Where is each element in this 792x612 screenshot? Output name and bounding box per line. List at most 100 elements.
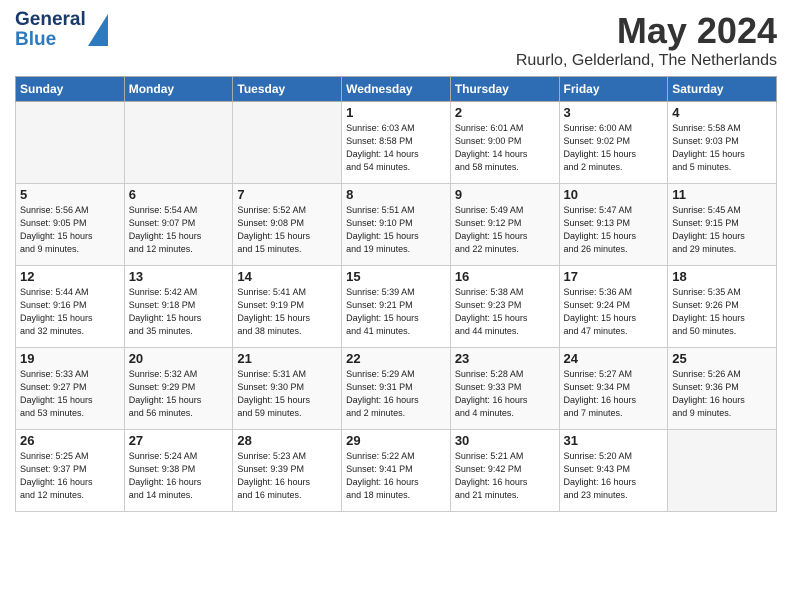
- day-number: 10: [564, 187, 664, 202]
- day-info: Sunrise: 5:24 AMSunset: 9:38 PMDaylight:…: [129, 450, 229, 502]
- calendar-cell: 30 Sunrise: 5:21 AMSunset: 9:42 PMDayligh…: [450, 430, 559, 512]
- calendar-cell: 8 Sunrise: 5:51 AMSunset: 9:10 PMDaylight…: [342, 184, 451, 266]
- day-number: 30: [455, 433, 555, 448]
- day-number: 22: [346, 351, 446, 366]
- day-info: Sunrise: 5:31 AMSunset: 9:30 PMDaylight:…: [237, 368, 337, 420]
- day-number: 19: [20, 351, 120, 366]
- day-number: 21: [237, 351, 337, 366]
- location: Ruurlo, Gelderland, The Netherlands: [516, 52, 777, 70]
- calendar-cell: 13 Sunrise: 5:42 AMSunset: 9:18 PMDayligh…: [124, 266, 233, 348]
- day-number: 28: [237, 433, 337, 448]
- calendar-cell: 25Sunrise: 5:26 AMSunset: 9:36 PMDayligh…: [668, 348, 777, 430]
- calendar-cell: 6Sunrise: 5:54 AMSunset: 9:07 PMDaylight…: [124, 184, 233, 266]
- day-info: Sunrise: 5:42 AMSunset: 9:18 PMDaylight:…: [129, 286, 229, 338]
- title-area: May 2024 Ruurlo, Gelderland, The Netherl…: [516, 10, 777, 70]
- day-info: Sunrise: 5:49 AMSunset: 9:12 PMDaylight:…: [455, 204, 555, 256]
- calendar-cell: 31 Sunrise: 5:20 AMSunset: 9:43 PMDayligh…: [559, 430, 668, 512]
- day-number: 2: [455, 105, 555, 120]
- logo-arrow-icon: [88, 14, 108, 46]
- calendar-cell: 3Sunrise: 6:00 AMSunset: 9:02 PMDaylight…: [559, 102, 668, 184]
- day-number: 13: [129, 269, 229, 284]
- calendar-cell: 15Sunrise: 5:39 AMSunset: 9:21 PMDayligh…: [342, 266, 451, 348]
- week-row-4: 19 Sunrise: 5:33 AMSunset: 9:27 PMDayligh…: [16, 348, 777, 430]
- day-header-tuesday: Tuesday: [233, 77, 342, 102]
- day-number: 29: [346, 433, 446, 448]
- day-number: 24: [564, 351, 664, 366]
- day-info: Sunrise: 5:27 AMSunset: 9:34 PMDaylight:…: [564, 368, 664, 420]
- calendar-cell: 7 Sunrise: 5:52 AMSunset: 9:08 PMDaylight…: [233, 184, 342, 266]
- day-number: 20: [129, 351, 229, 366]
- day-info: Sunrise: 5:25 AMSunset: 9:37 PMDaylight:…: [20, 450, 120, 502]
- day-info: Sunrise: 5:58 AMSunset: 9:03 PMDaylight:…: [672, 122, 772, 174]
- page: General Blue May 2024 Ruurlo, Gelderland…: [0, 0, 792, 522]
- day-info: Sunrise: 5:45 AMSunset: 9:15 PMDaylight:…: [672, 204, 772, 256]
- day-info: Sunrise: 5:23 AMSunset: 9:39 PMDaylight:…: [237, 450, 337, 502]
- day-info: Sunrise: 5:52 AMSunset: 9:08 PMDaylight:…: [237, 204, 337, 256]
- day-info: Sunrise: 5:38 AMSunset: 9:23 PMDaylight:…: [455, 286, 555, 338]
- logo-line1: General: [15, 10, 86, 30]
- calendar-cell: 10 Sunrise: 5:47 AMSunset: 9:13 PMDayligh…: [559, 184, 668, 266]
- calendar-cell: 27 Sunrise: 5:24 AMSunset: 9:38 PMDayligh…: [124, 430, 233, 512]
- header-row: SundayMondayTuesdayWednesdayThursdayFrid…: [16, 77, 777, 102]
- day-number: 23: [455, 351, 555, 366]
- day-number: 27: [129, 433, 229, 448]
- week-row-1: 1Sunrise: 6:03 AMSunset: 8:58 PMDaylight…: [16, 102, 777, 184]
- day-info: Sunrise: 5:32 AMSunset: 9:29 PMDaylight:…: [129, 368, 229, 420]
- day-info: Sunrise: 5:28 AMSunset: 9:33 PMDaylight:…: [455, 368, 555, 420]
- day-number: 6: [129, 187, 229, 202]
- day-number: 14: [237, 269, 337, 284]
- calendar-table: SundayMondayTuesdayWednesdayThursdayFrid…: [15, 76, 777, 512]
- day-info: Sunrise: 5:41 AMSunset: 9:19 PMDaylight:…: [237, 286, 337, 338]
- day-number: 31: [564, 433, 664, 448]
- week-row-5: 26 Sunrise: 5:25 AMSunset: 9:37 PMDayligh…: [16, 430, 777, 512]
- day-number: 25: [672, 351, 772, 366]
- day-header-sunday: Sunday: [16, 77, 125, 102]
- day-info: Sunrise: 5:29 AMSunset: 9:31 PMDaylight:…: [346, 368, 446, 420]
- calendar-cell: 21 Sunrise: 5:31 AMSunset: 9:30 PMDayligh…: [233, 348, 342, 430]
- day-info: Sunrise: 5:21 AMSunset: 9:42 PMDaylight:…: [455, 450, 555, 502]
- day-header-wednesday: Wednesday: [342, 77, 451, 102]
- day-info: Sunrise: 5:22 AMSunset: 9:41 PMDaylight:…: [346, 450, 446, 502]
- calendar-cell: 5 Sunrise: 5:56 AMSunset: 9:05 PMDaylight…: [16, 184, 125, 266]
- calendar-cell: 4Sunrise: 5:58 AMSunset: 9:03 PMDaylight…: [668, 102, 777, 184]
- calendar-cell: 26 Sunrise: 5:25 AMSunset: 9:37 PMDayligh…: [16, 430, 125, 512]
- calendar-cell: [16, 102, 125, 184]
- day-number: 7: [237, 187, 337, 202]
- day-info: Sunrise: 5:56 AMSunset: 9:05 PMDaylight:…: [20, 204, 120, 256]
- day-number: 16: [455, 269, 555, 284]
- day-number: 15: [346, 269, 446, 284]
- calendar-cell: 18Sunrise: 5:35 AMSunset: 9:26 PMDayligh…: [668, 266, 777, 348]
- day-info: Sunrise: 6:01 AMSunset: 9:00 PMDaylight:…: [455, 122, 555, 174]
- day-info: Sunrise: 5:33 AMSunset: 9:27 PMDaylight:…: [20, 368, 120, 420]
- calendar-cell: 14 Sunrise: 5:41 AMSunset: 9:19 PMDayligh…: [233, 266, 342, 348]
- calendar-cell: 9 Sunrise: 5:49 AMSunset: 9:12 PMDaylight…: [450, 184, 559, 266]
- day-info: Sunrise: 5:44 AMSunset: 9:16 PMDaylight:…: [20, 286, 120, 338]
- logo: General Blue: [15, 10, 108, 50]
- day-header-saturday: Saturday: [668, 77, 777, 102]
- calendar-cell: 20 Sunrise: 5:32 AMSunset: 9:29 PMDayligh…: [124, 348, 233, 430]
- day-info: Sunrise: 5:47 AMSunset: 9:13 PMDaylight:…: [564, 204, 664, 256]
- logo-line2: Blue: [15, 30, 86, 50]
- day-number: 9: [455, 187, 555, 202]
- day-info: Sunrise: 5:51 AMSunset: 9:10 PMDaylight:…: [346, 204, 446, 256]
- day-info: Sunrise: 5:35 AMSunset: 9:26 PMDaylight:…: [672, 286, 772, 338]
- day-number: 12: [20, 269, 120, 284]
- calendar-cell: 2 Sunrise: 6:01 AMSunset: 9:00 PMDaylight…: [450, 102, 559, 184]
- day-number: 5: [20, 187, 120, 202]
- calendar-cell: 28 Sunrise: 5:23 AMSunset: 9:39 PMDayligh…: [233, 430, 342, 512]
- calendar-cell: 16 Sunrise: 5:38 AMSunset: 9:23 PMDayligh…: [450, 266, 559, 348]
- day-info: Sunrise: 5:20 AMSunset: 9:43 PMDaylight:…: [564, 450, 664, 502]
- calendar-cell: 24 Sunrise: 5:27 AMSunset: 9:34 PMDayligh…: [559, 348, 668, 430]
- calendar-cell: 22 Sunrise: 5:29 AMSunset: 9:31 PMDayligh…: [342, 348, 451, 430]
- calendar-cell: 23 Sunrise: 5:28 AMSunset: 9:33 PMDayligh…: [450, 348, 559, 430]
- calendar-cell: 1Sunrise: 6:03 AMSunset: 8:58 PMDaylight…: [342, 102, 451, 184]
- day-number: 26: [20, 433, 120, 448]
- day-header-monday: Monday: [124, 77, 233, 102]
- day-number: 17: [564, 269, 664, 284]
- calendar-cell: [124, 102, 233, 184]
- day-info: Sunrise: 6:00 AMSunset: 9:02 PMDaylight:…: [564, 122, 664, 174]
- day-header-thursday: Thursday: [450, 77, 559, 102]
- day-info: Sunrise: 5:36 AMSunset: 9:24 PMDaylight:…: [564, 286, 664, 338]
- day-number: 8: [346, 187, 446, 202]
- calendar-cell: 17 Sunrise: 5:36 AMSunset: 9:24 PMDayligh…: [559, 266, 668, 348]
